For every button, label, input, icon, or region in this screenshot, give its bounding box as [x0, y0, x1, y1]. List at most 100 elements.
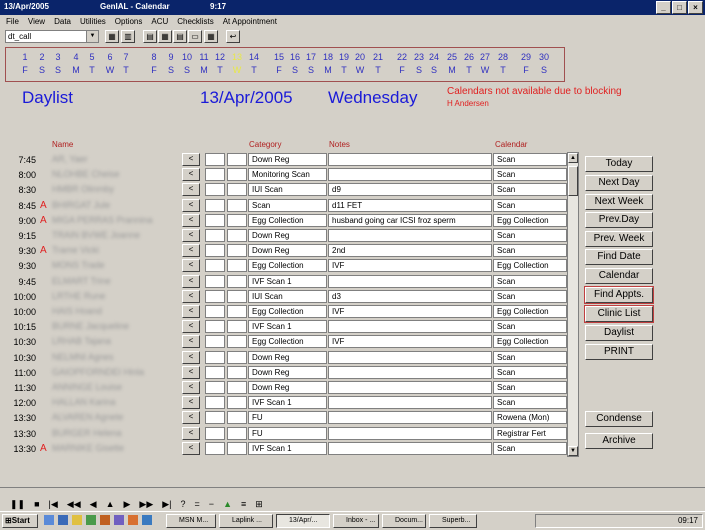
row-category[interactable]: Down Reg [248, 229, 327, 242]
multi-view-icon[interactable]: ▦ [158, 30, 172, 43]
ie-icon[interactable] [58, 515, 68, 525]
menu-view[interactable]: View [28, 17, 45, 26]
select-row-button[interactable]: < [182, 274, 200, 288]
desktop-icon[interactable] [44, 515, 54, 525]
prev-week-button[interactable]: Prev. Week [585, 231, 653, 247]
row-calendar[interactable]: Registrar Fert [493, 426, 567, 440]
row-blank-2[interactable] [227, 183, 247, 197]
browser-icon[interactable] [128, 515, 138, 525]
date-strip-day[interactable]: 21 T [371, 51, 385, 77]
select-row-button[interactable]: < [182, 335, 200, 349]
row-category[interactable]: Down Reg [248, 153, 327, 166]
date-strip-day[interactable]: 24 S [427, 51, 441, 77]
date-strip-day[interactable]: 11 M [197, 51, 211, 77]
date-strip-day[interactable]: 12 T [213, 51, 227, 77]
task-msn[interactable]: MSN M... [166, 514, 216, 528]
tree-icon[interactable]: ⊞ [255, 499, 263, 510]
row-notes[interactable] [328, 441, 492, 455]
select-row-button[interactable]: < [182, 153, 200, 166]
row-blank-1[interactable] [205, 441, 225, 455]
row-notes[interactable] [328, 381, 492, 394]
find-appts-button[interactable]: Find Appts. [584, 286, 654, 304]
row-blank-1[interactable] [205, 183, 225, 197]
row-calendar[interactable]: Scan [493, 183, 567, 197]
previous-icon[interactable]: ◀ [90, 499, 97, 510]
task-laplink[interactable]: Laplink ... [219, 514, 273, 528]
row-blank-1[interactable] [205, 411, 225, 425]
date-strip-day[interactable]: 15 F [272, 51, 286, 77]
date-strip-day[interactable]: 18 M [321, 51, 335, 77]
return-icon[interactable]: ↩ [226, 30, 240, 43]
row-calendar[interactable]: Scan [493, 168, 567, 182]
date-strip-day[interactable]: 28 T [496, 51, 510, 77]
row-notes[interactable]: 2nd [328, 244, 492, 258]
column-view-icon[interactable]: ▥ [121, 30, 135, 43]
date-strip-day[interactable]: 2S [35, 51, 49, 77]
row-blank-1[interactable] [205, 168, 225, 182]
row-notes[interactable]: d9 [328, 183, 492, 197]
row-notes[interactable]: d3 [328, 289, 492, 303]
row-blank-2[interactable] [227, 411, 247, 425]
row-blank-2[interactable] [227, 441, 247, 455]
row-calendar[interactable]: Scan [493, 365, 567, 379]
stop-icon[interactable]: ■ [34, 499, 39, 509]
menu-acu[interactable]: ACU [151, 17, 168, 26]
daylist-button[interactable]: Daylist [585, 325, 653, 341]
row-notes[interactable]: IVF [328, 335, 492, 349]
row-calendar[interactable]: Scan [493, 381, 567, 394]
list-icon[interactable]: ≡ [241, 499, 246, 509]
date-strip-day[interactable]: 17 S [304, 51, 318, 77]
row-calendar[interactable]: Egg Collection [493, 259, 567, 273]
select-row-button[interactable]: < [182, 396, 200, 410]
pause-icon[interactable]: ❚❚ [10, 499, 25, 510]
menu-at-appointment[interactable]: At Appointment [223, 17, 277, 26]
print-button[interactable]: PRINT [585, 344, 653, 360]
date-strip-day[interactable]: 23 S [412, 51, 426, 77]
date-strip-day[interactable]: 4M [69, 51, 83, 77]
row-category[interactable]: Down Reg [248, 350, 327, 364]
table-icon[interactable]: ▤ [173, 30, 187, 43]
row-calendar[interactable]: Scan [493, 350, 567, 364]
row-blank-1[interactable] [205, 153, 225, 166]
row-blank-2[interactable] [227, 396, 247, 410]
date-strip-day[interactable]: 13 W [230, 51, 244, 77]
schedule-icon[interactable]: ▤ [143, 30, 157, 43]
row-category[interactable]: IUI Scan [248, 289, 327, 303]
minus-icon[interactable]: − [209, 499, 214, 509]
row-blank-1[interactable] [205, 350, 225, 364]
row-blank-1[interactable] [205, 335, 225, 349]
row-calendar[interactable]: Egg Collection [493, 305, 567, 318]
date-strip-day[interactable]: 3S [51, 51, 65, 77]
select-row-button[interactable]: < [182, 305, 200, 318]
close-button[interactable]: × [688, 1, 703, 14]
row-blank-2[interactable] [227, 350, 247, 364]
row-calendar[interactable]: Scan [493, 198, 567, 212]
row-calendar[interactable]: Scan [493, 153, 567, 166]
select-row-button[interactable]: < [182, 244, 200, 258]
tool-icon[interactable] [142, 515, 152, 525]
row-notes[interactable]: husband going car ICSI froz sperm [328, 213, 492, 227]
date-strip-day[interactable]: 29 F [519, 51, 533, 77]
view-combo[interactable]: dt_call ▼ [5, 30, 99, 43]
menu-options[interactable]: Options [115, 17, 143, 26]
messenger-icon[interactable] [114, 515, 124, 525]
row-calendar[interactable]: Scan [493, 441, 567, 455]
row-category[interactable]: IVF Scan 1 [248, 441, 327, 455]
row-blank-1[interactable] [205, 229, 225, 242]
up-icon[interactable]: ▲ [106, 499, 115, 509]
select-row-button[interactable]: < [182, 381, 200, 394]
row-blank-2[interactable] [227, 259, 247, 273]
row-category[interactable]: Monitoring Scan [248, 168, 327, 182]
minimize-button[interactable]: _ [656, 1, 671, 14]
row-blank-1[interactable] [205, 274, 225, 288]
date-strip-day[interactable]: 1F [18, 51, 32, 77]
date-strip-day[interactable]: 16 S [288, 51, 302, 77]
date-strip-day[interactable]: 14 T [247, 51, 261, 77]
outlook-icon[interactable] [72, 515, 82, 525]
row-category[interactable]: Egg Collection [248, 305, 327, 318]
menu-checklists[interactable]: Checklists [177, 17, 213, 26]
row-calendar[interactable]: Scan [493, 396, 567, 410]
row-category[interactable]: Egg Collection [248, 213, 327, 227]
date-strip-day[interactable]: 25 M [445, 51, 459, 77]
row-category[interactable]: IVF Scan 1 [248, 396, 327, 410]
